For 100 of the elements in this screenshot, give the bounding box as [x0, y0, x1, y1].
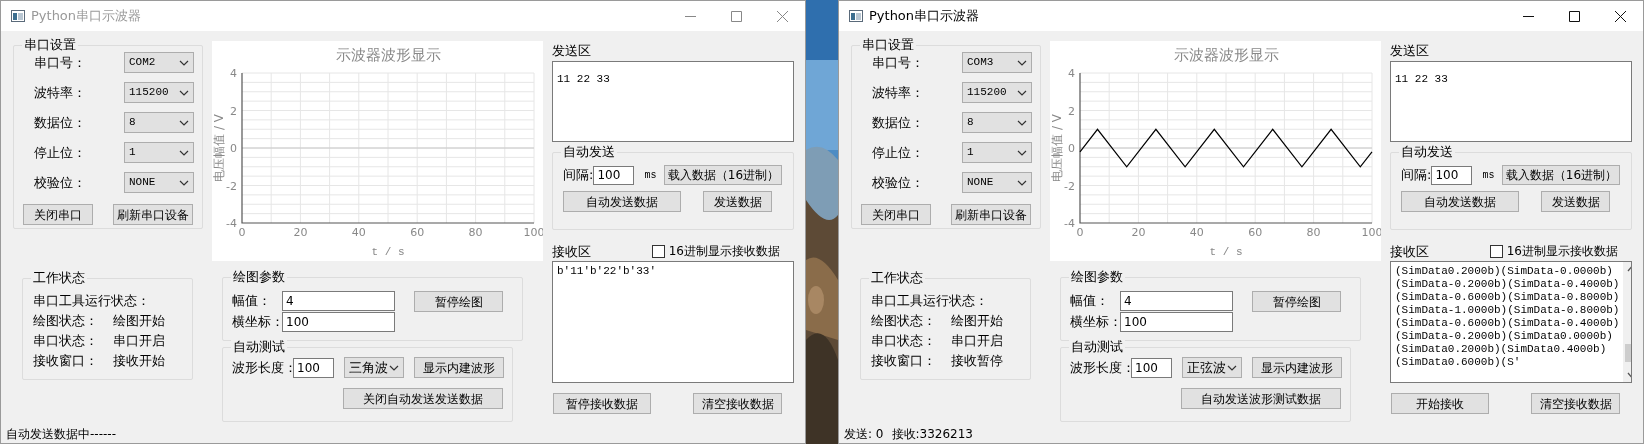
button[interactable]: 发送数据 — [1541, 191, 1610, 212]
field-label: 数据位： — [33, 113, 87, 132]
button[interactable]: 暂停绘图 — [1252, 291, 1341, 312]
axis-tick-label: 20 — [293, 226, 308, 239]
axis-tick-label: 0 — [1068, 142, 1075, 155]
checkbox[interactable] — [651, 244, 665, 258]
field-label: 波形长度： — [1070, 358, 1131, 377]
dropdown[interactable]: 正弦波 — [1182, 357, 1242, 378]
field-label: 横坐标： — [1070, 313, 1120, 332]
button[interactable]: 清空接收数据 — [1531, 393, 1620, 414]
axis-tick-label: 0 — [1076, 226, 1084, 239]
status-text: 发送: 0 — [844, 426, 884, 443]
close-icon[interactable] — [1614, 10, 1626, 22]
dropdown[interactable]: NONE — [124, 172, 194, 193]
dropdown[interactable]: 三角波 — [344, 357, 404, 378]
button[interactable]: 刷新串口设备 — [951, 204, 1031, 225]
group-title: 自动发送 — [561, 144, 617, 160]
text-area[interactable]: 11 22 33 — [1390, 61, 1632, 142]
received-text: (SimData-1.0000b)(SimData-0.8000b) — [1395, 304, 1620, 317]
checkbox[interactable] — [1489, 244, 1503, 258]
group-title: 工作状态 — [31, 270, 87, 286]
dropdown-value: NONE — [967, 175, 994, 191]
button[interactable]: 显示内建波形 — [414, 357, 504, 378]
status-value: 接收暂停 — [951, 353, 1003, 369]
dropdown[interactable]: COM2 — [124, 52, 194, 73]
received-text: (SimData-0.6000b)(SimData-0.4000b) — [1395, 317, 1620, 330]
button[interactable]: 自动发送数据 — [1401, 191, 1519, 212]
input-field[interactable]: 100 — [282, 312, 395, 332]
field-label: 校验位： — [871, 173, 925, 192]
axis-label: 电压幅值 / V — [1050, 114, 1064, 182]
button[interactable]: 开始接收 — [1391, 393, 1489, 414]
axis-tick-label: -4 — [226, 217, 237, 230]
received-text: (SimData-0.2000b)(SimData-0.4000b) — [1395, 278, 1620, 291]
button[interactable]: 暂停接收数据 — [553, 393, 651, 414]
axis-label: t / s — [371, 246, 405, 258]
chevron-down-icon — [179, 89, 189, 96]
input-field[interactable]: 4 — [1120, 291, 1233, 311]
status-label: 接收窗口： — [33, 353, 99, 369]
text-area[interactable] — [1390, 261, 1632, 383]
button[interactable]: 关闭自动发送发送数据 — [343, 388, 503, 409]
button[interactable]: 自动发送波形测试数据 — [1181, 388, 1341, 409]
button[interactable]: 发送数据 — [703, 191, 772, 212]
section-label: 接收区 — [1390, 244, 1429, 260]
input-field[interactable]: 100 — [293, 357, 334, 378]
dropdown[interactable]: 8 — [962, 112, 1032, 133]
group-title: 自动发送 — [1399, 144, 1455, 160]
received-text: (SimData-0.2000b)(SimData0.0000b) — [1395, 330, 1614, 343]
dropdown[interactable]: 1 — [962, 142, 1032, 163]
dropdown[interactable]: 115200 — [124, 82, 194, 103]
field-label: 停止位： — [871, 143, 925, 162]
button[interactable]: 显示内建波形 — [1252, 357, 1342, 378]
checkbox-label: 16进制显示接收数据 — [668, 243, 780, 260]
input-field[interactable]: 100 — [1131, 357, 1172, 378]
button[interactable]: 载入数据（16进制） — [1502, 165, 1621, 185]
button[interactable]: 刷新串口设备 — [113, 204, 193, 225]
axis-label: t / s — [1209, 246, 1243, 258]
axis-tick-label: 2 — [1068, 104, 1075, 118]
app-icon — [849, 10, 863, 22]
input-field[interactable]: 100 — [593, 165, 635, 185]
axis-tick-label: 4 — [1068, 67, 1075, 80]
dropdown[interactable]: COM3 — [962, 52, 1032, 73]
dropdown-value: COM2 — [129, 55, 156, 71]
input-field[interactable]: 100 — [1431, 165, 1473, 185]
dropdown[interactable]: 115200 — [962, 82, 1032, 103]
chevron-down-icon — [179, 149, 189, 156]
field-label: 串口号： — [871, 53, 925, 72]
status-text: 接收:3326213 — [891, 426, 973, 443]
group-title: 自动测试 — [1069, 339, 1125, 355]
group-title: 串口设置 — [860, 37, 916, 53]
button[interactable]: 自动发送数据 — [563, 191, 681, 212]
section-label: 发送区 — [552, 43, 592, 59]
chevron-down-icon — [389, 364, 399, 371]
button[interactable]: 清空接收数据 — [693, 393, 782, 414]
chevron-down-icon — [1017, 59, 1027, 66]
window-title: Python串口示波器 — [31, 7, 142, 26]
axis-tick-label: 80 — [468, 226, 483, 239]
status-label: 接收窗口： — [871, 353, 937, 369]
button[interactable]: 关闭串口 — [861, 204, 931, 225]
status-label: 串口状态： — [871, 333, 937, 349]
axis-tick-label: -2 — [1064, 179, 1075, 193]
button[interactable]: 关闭串口 — [23, 204, 93, 225]
input-field[interactable]: 4 — [282, 291, 395, 311]
status-value: 绘图开始 — [951, 313, 1003, 329]
dropdown[interactable]: 1 — [124, 142, 194, 163]
axis-tick-label: 4 — [230, 67, 237, 80]
dropdown[interactable]: 8 — [124, 112, 194, 133]
received-text: (SimData0.6000b)(S' — [1395, 356, 1522, 369]
button[interactable]: 载入数据（16进制） — [664, 165, 783, 185]
dropdown[interactable]: NONE — [962, 172, 1032, 193]
maximize-icon[interactable] — [1568, 10, 1580, 22]
text-area[interactable]: b'11'b'22'b'33' — [552, 261, 794, 383]
received-text: (SimData0.2000b)(SimData0.4000b) — [1395, 343, 1608, 356]
axis-tick-label: 0 — [230, 142, 237, 155]
dropdown-value: 三角波 — [349, 358, 388, 377]
unit-label: ms — [1482, 168, 1495, 183]
input-field[interactable]: 100 — [1120, 312, 1233, 332]
text-area[interactable]: 11 22 33 — [552, 61, 794, 142]
section-label: 发送区 — [1390, 43, 1430, 59]
section-label: 接收区 — [552, 244, 591, 260]
button[interactable]: 暂停绘图 — [414, 291, 503, 312]
